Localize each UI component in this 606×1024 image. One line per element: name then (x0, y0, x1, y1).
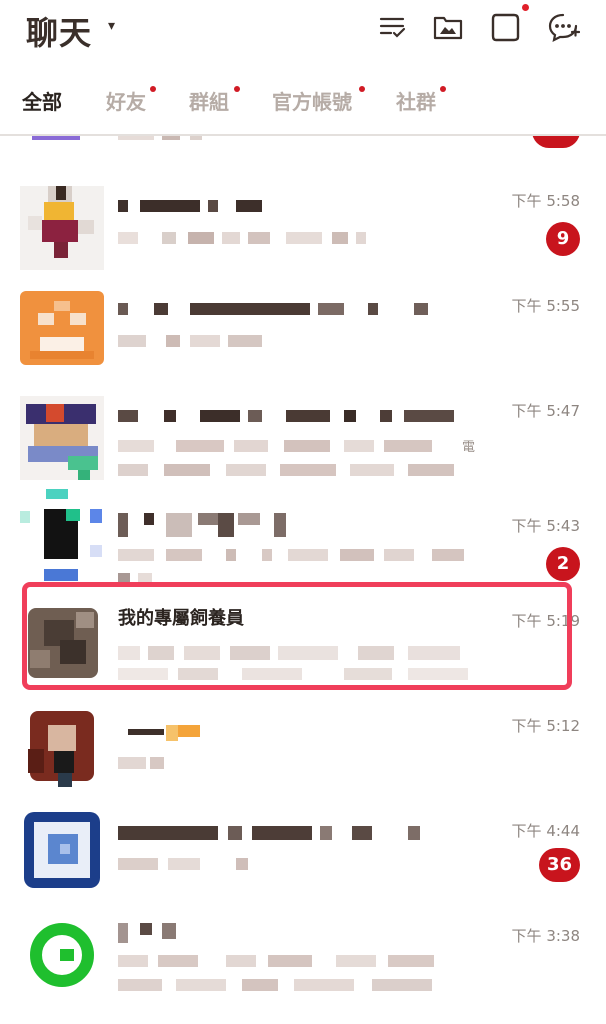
tab-official-accounts[interactable]: 官方帳號 (272, 86, 352, 115)
avatar (20, 396, 104, 480)
chat-time: 下午 5:19 (511, 612, 580, 630)
unread-badge: 9 (546, 222, 580, 256)
chat-row[interactable]: 電 下午 5:47 (0, 384, 606, 489)
chevron-down-icon[interactable]: ▾ (108, 18, 115, 34)
avatar (20, 136, 104, 140)
unread-badge (532, 136, 580, 148)
unread-badge: 2 (546, 547, 580, 581)
chat-header: 聊天 ▾ (0, 0, 606, 58)
page-title[interactable]: 聊天 (26, 8, 92, 54)
avatar (20, 186, 104, 270)
sort-list-icon[interactable] (376, 10, 410, 44)
chat-list[interactable]: 下午 5:58 9 下午 5:55 電 下午 5:47 下午 5:43 2 我的… (0, 136, 606, 1024)
avatar (20, 489, 104, 585)
avatar (20, 606, 104, 690)
add-chat-icon[interactable] (546, 10, 581, 44)
chat-time: 下午 5:55 (511, 297, 580, 315)
tab-friends-dot (150, 86, 156, 92)
tab-official-dot (359, 86, 365, 92)
notification-dot (522, 4, 529, 11)
unread-badge: 36 (538, 848, 580, 882)
square-icon[interactable] (488, 10, 522, 44)
chat-row[interactable]: 下午 5:58 9 (0, 174, 606, 279)
chat-time: 下午 5:47 (511, 402, 580, 420)
avatar (20, 703, 104, 787)
chat-time: 下午 5:12 (511, 717, 580, 735)
chat-filter-tabs: 全部 好友 群組 官方帳號 社群 (0, 72, 606, 128)
chat-time: 下午 4:44 (511, 822, 580, 840)
tab-communities[interactable]: 社群 (396, 86, 436, 115)
chat-time: 下午 5:58 (511, 192, 580, 210)
chat-row[interactable]: 下午 5:12 (0, 699, 606, 804)
chat-time: 下午 5:43 (511, 517, 580, 535)
chat-row[interactable]: 下午 5:43 2 (0, 489, 606, 594)
contact-name: 我的專屬飼養員 (118, 608, 244, 629)
chat-row[interactable]: 下午 3:38 (0, 909, 606, 1014)
tab-groups-dot (234, 86, 240, 92)
chat-time: 下午 3:38 (511, 927, 580, 945)
tab-groups[interactable]: 群組 (189, 86, 229, 115)
album-icon[interactable] (431, 10, 465, 44)
avatar (20, 808, 104, 892)
avatar (20, 913, 104, 997)
avatar (20, 291, 104, 375)
chat-row[interactable]: 下午 4:44 36 (0, 804, 606, 909)
tab-friends[interactable]: 好友 (106, 86, 146, 115)
tab-all[interactable]: 全部 (22, 86, 62, 115)
preview-tail-text: 電 (462, 440, 476, 455)
tab-communities-dot (440, 86, 446, 92)
chat-row[interactable]: 下午 5:55 (0, 279, 606, 384)
chat-row-selected[interactable]: 我的專屬飼養員 下午 5:19 (0, 594, 606, 699)
